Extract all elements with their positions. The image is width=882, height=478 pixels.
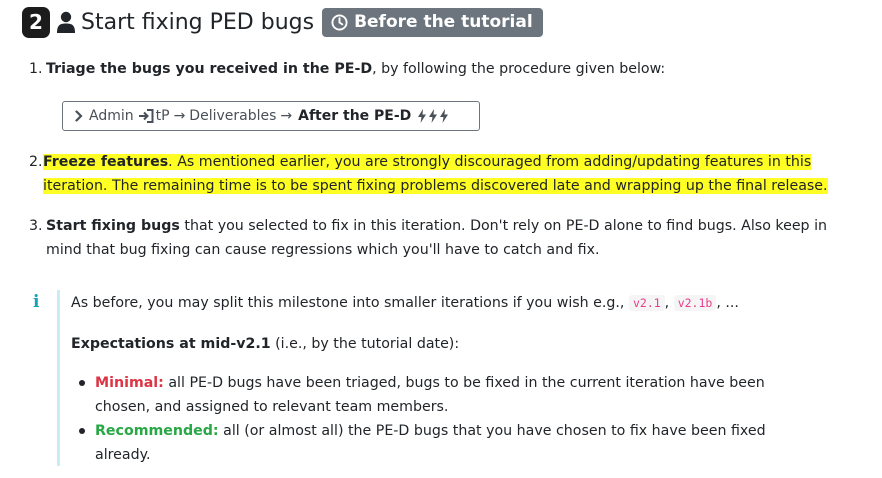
path-arrow-1: → bbox=[173, 108, 186, 124]
step3-number: 3. bbox=[29, 218, 43, 234]
minimal-line1: Minimal: all PE-D bugs have been triaged… bbox=[95, 371, 807, 395]
recommended-line1-text: all (or almost all) the PE-D bugs that y… bbox=[218, 423, 766, 439]
expectations-heading: Expectations at mid-v2.1 (i.e., by the t… bbox=[71, 332, 459, 356]
step3-line2: mind that bug fixing can cause regressio… bbox=[46, 242, 600, 258]
recommended-label: Recommended: bbox=[95, 423, 219, 439]
code-v21b: v2.1b bbox=[673, 295, 717, 311]
step2-line2-text: iteration. The remaining time is to be s… bbox=[43, 178, 828, 194]
step2-line1-rest: . As mentioned earlier, you are strongly… bbox=[168, 154, 812, 170]
section-title: Start fixing PED bugs bbox=[81, 9, 315, 35]
expectations-rest: (i.e., by the tutorial date): bbox=[270, 336, 460, 352]
timing-badge: Before the tutorial bbox=[322, 7, 543, 37]
step2-line2: iteration. The remaining time is to be s… bbox=[43, 174, 828, 198]
callout-intro: As before, you may split this milestone … bbox=[71, 291, 739, 315]
path-tp: tP bbox=[155, 108, 170, 124]
step2-bold: Freeze features bbox=[43, 154, 169, 170]
clock-icon bbox=[331, 13, 348, 31]
path-after-ped: After the PE-D bbox=[298, 108, 412, 124]
path-deliverables: Deliverables bbox=[189, 108, 277, 124]
code-separator: , bbox=[664, 295, 670, 311]
info-icon: i bbox=[33, 292, 40, 312]
path-arrow-2: → bbox=[280, 108, 293, 124]
bolt-icon bbox=[429, 109, 438, 123]
callout-intro-text: As before, you may split this milestone … bbox=[71, 295, 625, 311]
path-admin: Admin bbox=[89, 108, 134, 124]
callout-ellipsis: , ... bbox=[716, 295, 739, 311]
bolt-icon bbox=[440, 109, 449, 123]
bolt-icon bbox=[418, 109, 427, 123]
callout-border bbox=[57, 290, 60, 466]
step3-line1: Start fixing bugs that you selected to f… bbox=[46, 214, 827, 238]
expectations-bold: Expectations at mid-v2.1 bbox=[71, 336, 271, 352]
bullet-dot bbox=[79, 428, 85, 434]
person-icon bbox=[57, 11, 75, 33]
minimal-line1-text: all PE-D bugs have been triaged, bugs to… bbox=[163, 375, 765, 391]
step2-number: 2. bbox=[29, 154, 43, 170]
step1-text: Triage the bugs you received in the PE-D… bbox=[46, 57, 665, 81]
chevron-right-icon bbox=[75, 110, 83, 122]
minimal-label: Minimal: bbox=[95, 375, 164, 391]
sign-in-icon bbox=[138, 109, 154, 123]
step1-number: 1. bbox=[29, 61, 43, 77]
recommended-line2: already. bbox=[95, 447, 151, 463]
step3-bold: Start fixing bugs bbox=[46, 218, 180, 234]
step1-rest: , by following the procedure given below… bbox=[372, 61, 666, 77]
step3-line1-rest: that you selected to fix in this iterati… bbox=[179, 218, 827, 234]
step-number-badge: 2 bbox=[22, 6, 50, 38]
navigation-path: Admin tP → Deliverables → After the PE-D bbox=[62, 101, 480, 131]
code-v21: v2.1 bbox=[628, 295, 665, 311]
minimal-line2: chosen, and assigned to relevant team me… bbox=[95, 399, 449, 415]
bullet-dot bbox=[79, 380, 85, 386]
step1-bold: Triage the bugs you received in the PE-D bbox=[46, 61, 373, 77]
step2-line1: Freeze features. As mentioned earlier, y… bbox=[43, 150, 812, 174]
section-heading: 2 Start fixing PED bugs Before the tutor… bbox=[22, 6, 543, 38]
recommended-line1: Recommended: all (or almost all) the PE-… bbox=[95, 419, 766, 443]
timing-badge-label: Before the tutorial bbox=[354, 12, 533, 32]
